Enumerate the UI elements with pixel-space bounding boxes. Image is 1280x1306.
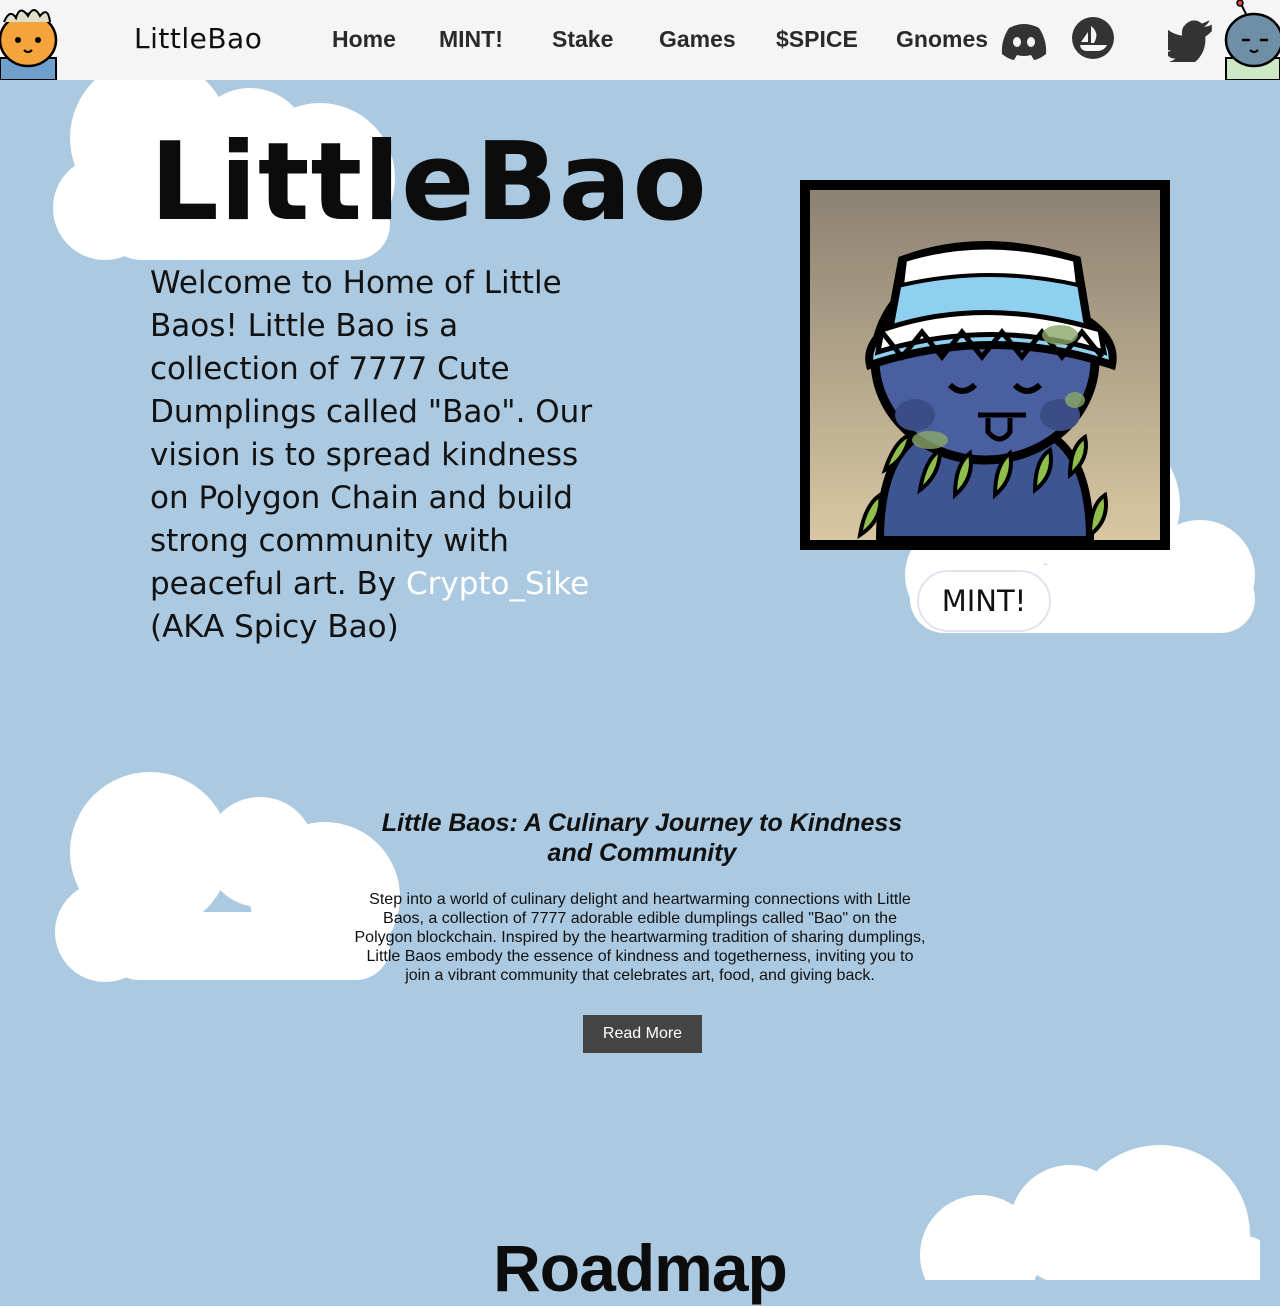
hero-description: Welcome to Home of Little Baos! Little B… bbox=[150, 262, 610, 649]
top-navbar: LittleBao Home MINT! Stake Games $SPICE … bbox=[0, 0, 1280, 80]
bao-character-illustration bbox=[857, 241, 1117, 540]
roadmap-title: Roadmap bbox=[493, 1231, 788, 1305]
nav-link-home[interactable]: Home bbox=[332, 26, 396, 53]
featured-nft-image bbox=[800, 180, 1170, 550]
nav-link-mint[interactable]: MINT! bbox=[439, 26, 503, 53]
nav-link-stake[interactable]: Stake bbox=[552, 26, 613, 53]
nav-link-games[interactable]: Games bbox=[659, 26, 736, 53]
brand-logo[interactable]: LittleBao bbox=[134, 22, 262, 55]
nav-link-gnomes[interactable]: Gnomes bbox=[896, 26, 988, 53]
opensea-icon[interactable] bbox=[1070, 16, 1116, 60]
creator-link[interactable]: Crypto_Sike bbox=[406, 566, 589, 602]
hero-description-suffix: (AKA Spicy Bao) bbox=[150, 609, 399, 645]
mint-button[interactable]: MINT! bbox=[917, 570, 1051, 632]
twitter-icon[interactable] bbox=[1168, 18, 1214, 62]
about-description: Step into a world of culinary delight an… bbox=[354, 891, 926, 984]
hero-description-text: Welcome to Home of Little Baos! Little B… bbox=[150, 265, 593, 602]
hero-title: LittleBao bbox=[150, 120, 708, 245]
nav-link-spice[interactable]: $SPICE bbox=[776, 26, 858, 53]
read-more-button[interactable]: Read More bbox=[583, 1015, 702, 1053]
about-title: Little Baos: A Culinary Journey to Kindn… bbox=[381, 809, 903, 867]
blue-bao-mascot-icon bbox=[1224, 0, 1280, 80]
orange-bao-mascot-icon bbox=[0, 9, 58, 80]
discord-icon[interactable] bbox=[1001, 18, 1047, 62]
